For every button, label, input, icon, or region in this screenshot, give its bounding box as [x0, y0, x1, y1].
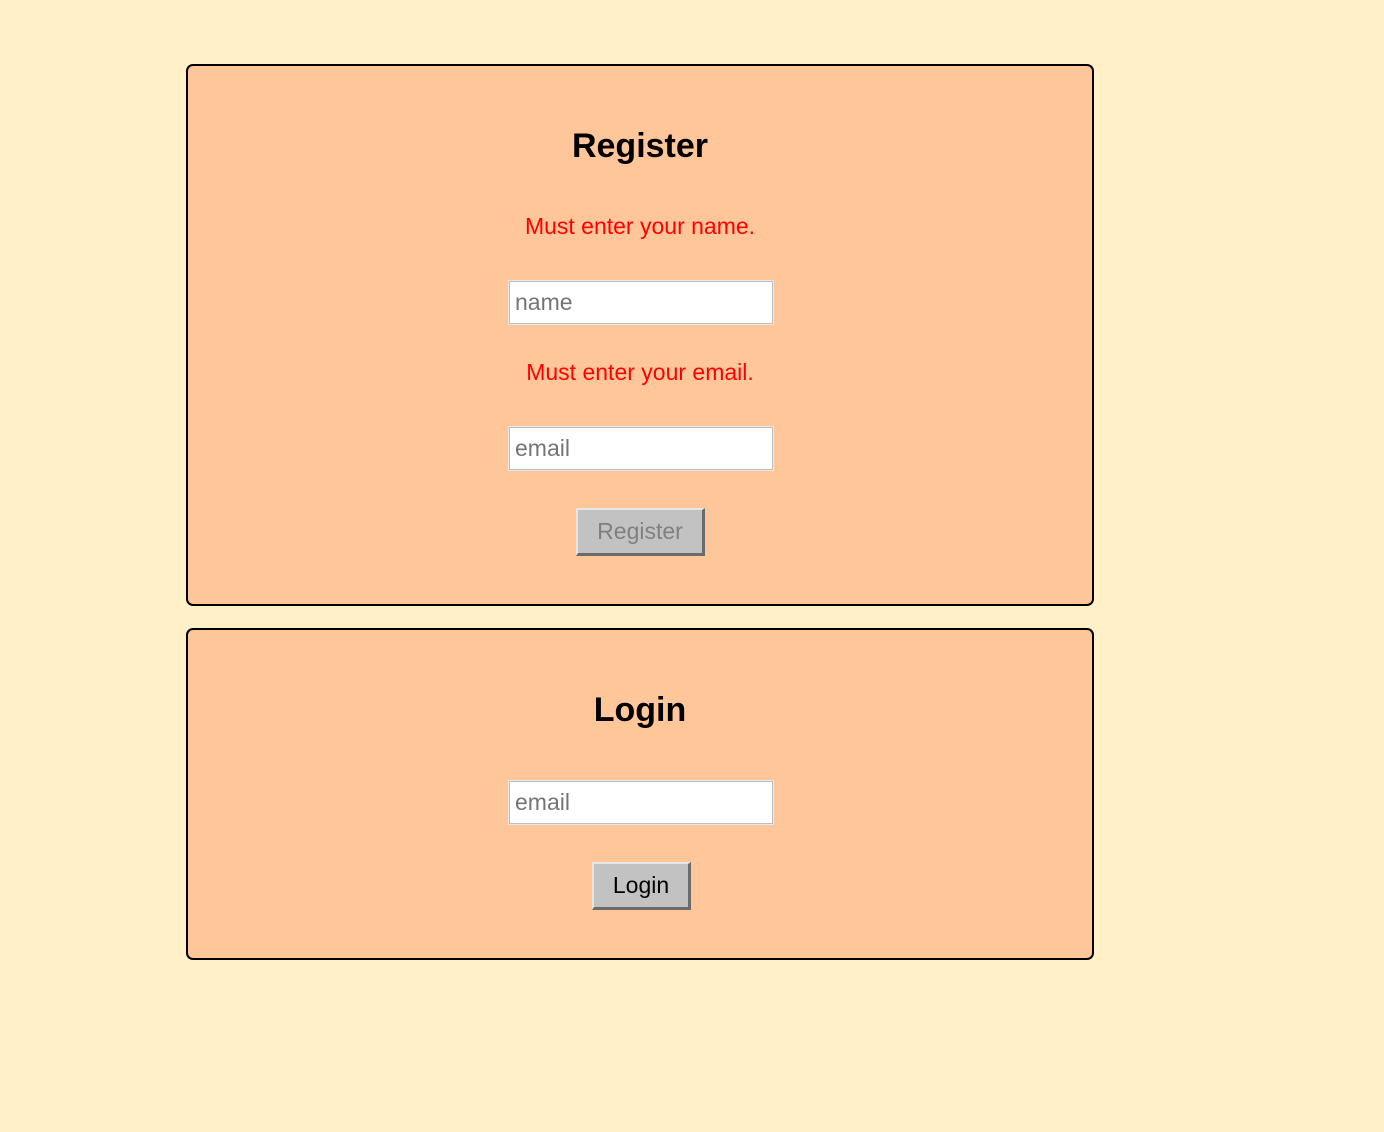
login-email-input[interactable] [508, 780, 774, 825]
register-title: Register [571, 127, 709, 165]
register-name-input[interactable] [508, 280, 774, 325]
login-title: Login [593, 691, 687, 729]
register-panel: Register Must enter your name. Must ente… [186, 64, 1094, 606]
login-panel: Login Login [186, 628, 1094, 960]
login-button[interactable]: Login [592, 862, 691, 910]
name-error-message: Must enter your name. [524, 213, 756, 239]
register-email-input[interactable] [508, 426, 774, 471]
register-button[interactable]: Register [576, 508, 705, 556]
email-error-message: Must enter your email. [526, 359, 754, 385]
